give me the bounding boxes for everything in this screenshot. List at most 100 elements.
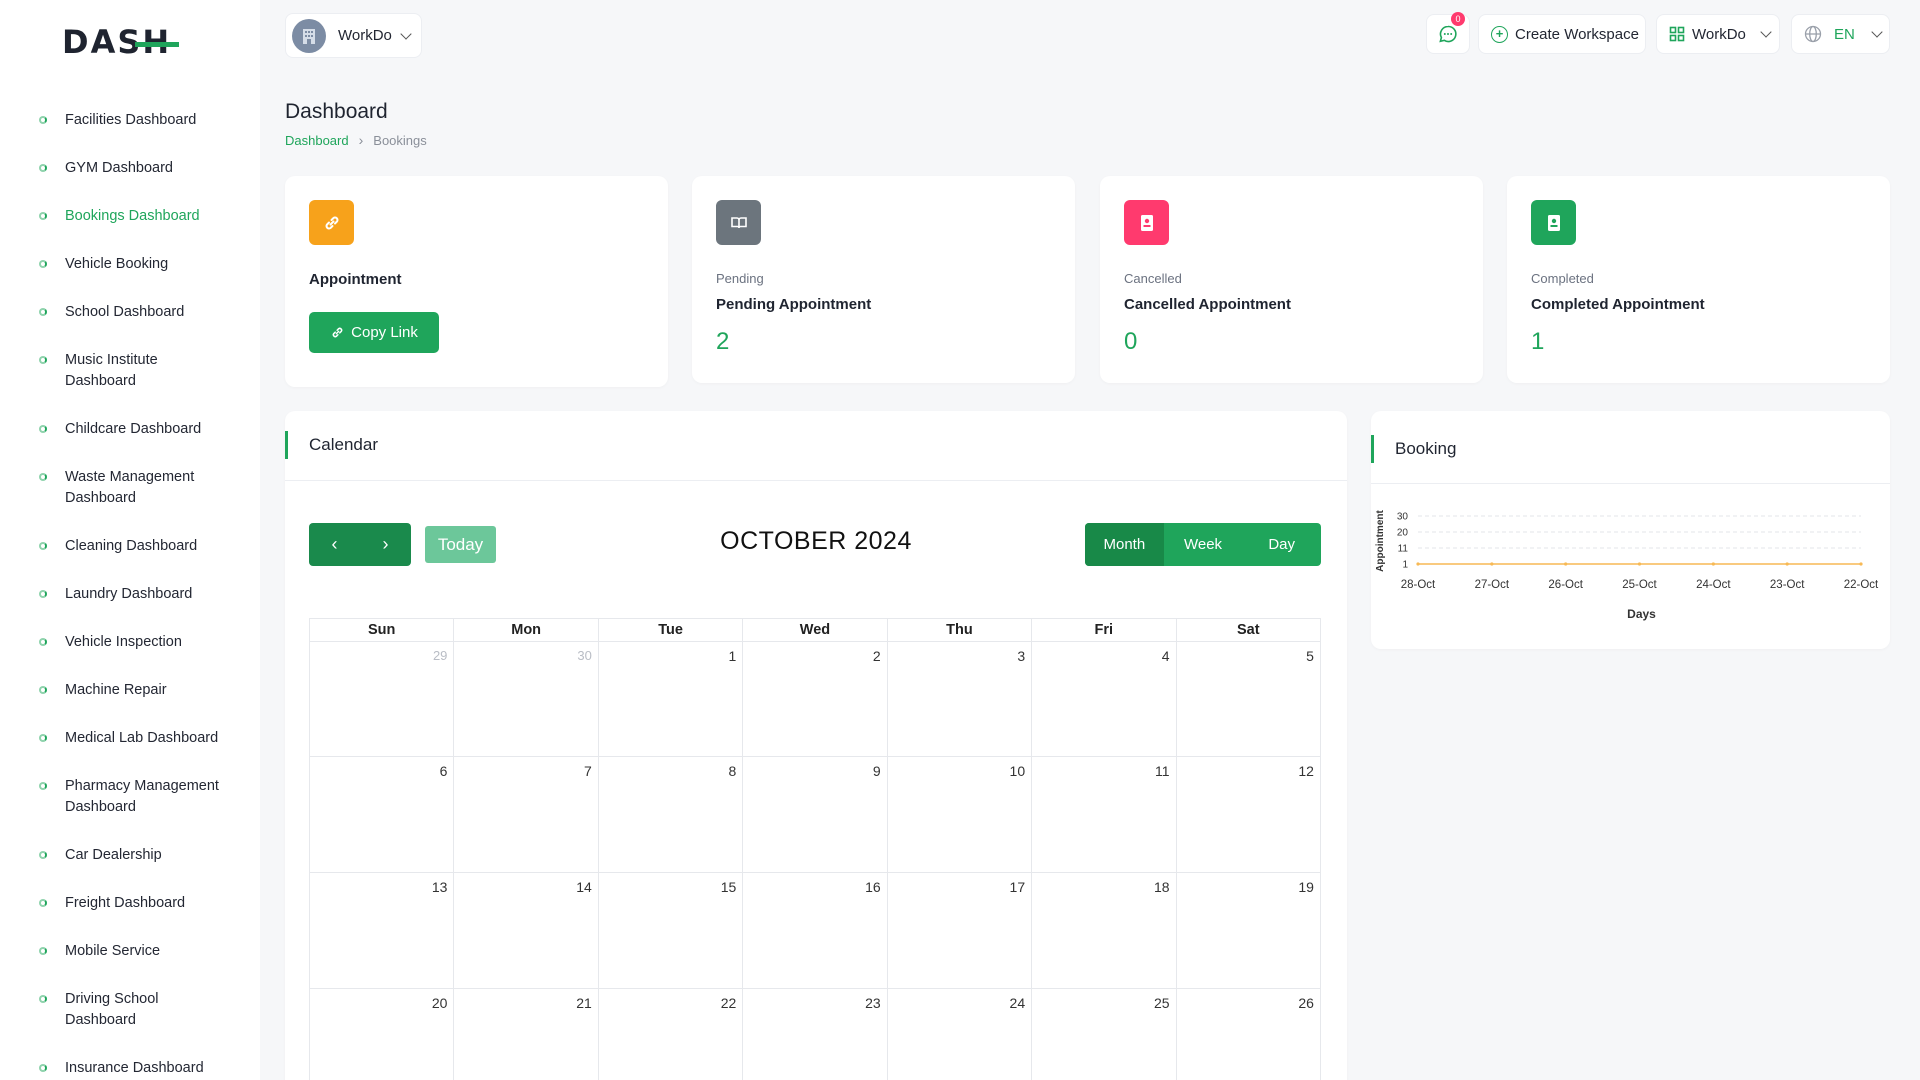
link-icon — [309, 200, 354, 245]
sidebar-item[interactable]: Waste Management Dashboard — [0, 467, 245, 509]
calendar-day-cell[interactable]: 19 — [1175, 873, 1321, 988]
sidebar-item[interactable]: Bookings Dashboard — [0, 206, 245, 227]
bullet-icon — [39, 260, 47, 268]
language-selector[interactable]: EN — [1791, 14, 1890, 54]
calendar-day-cell[interactable]: 8 — [597, 757, 742, 872]
sidebar-item[interactable]: Facilities Dashboard — [0, 110, 245, 131]
calendar-day-cell[interactable]: 25 — [1031, 989, 1175, 1080]
sidebar-item[interactable]: Machine Repair — [0, 680, 245, 701]
bullet-icon — [39, 782, 47, 790]
weekday-header: Fri — [1031, 619, 1175, 641]
completed-subtitle: Completed — [1531, 271, 1594, 286]
sidebar-item[interactable]: Driving School Dashboard — [0, 989, 245, 1031]
x-axis-label: Days — [1627, 607, 1656, 621]
calendar-day-cell[interactable]: 9 — [742, 757, 886, 872]
calendar-day-cell[interactable]: 11 — [1031, 757, 1175, 872]
calendar-day-cell[interactable]: 10 — [886, 757, 1031, 872]
day-number: 20 — [431, 995, 448, 1011]
sidebar-item[interactable]: Laundry Dashboard — [0, 584, 245, 605]
calendar-day-cell[interactable]: 4 — [1031, 642, 1175, 756]
sidebar-item-label: GYM Dashboard — [65, 160, 173, 176]
sidebar-item[interactable]: Vehicle Inspection — [0, 632, 245, 653]
x-tick-label: 24-Oct — [1696, 579, 1731, 591]
calendar-day-cell[interactable]: 14 — [453, 873, 597, 988]
cancelled-count: 0 — [1124, 328, 1138, 355]
calendar-day-cell[interactable]: 6 — [309, 757, 453, 872]
page-title: Dashboard — [285, 100, 388, 123]
building-icon — [303, 28, 315, 44]
view-month-button[interactable]: Month — [1085, 523, 1164, 566]
y-tick-label: 1 — [1402, 560, 1408, 571]
weekday-header: Sat — [1175, 619, 1321, 641]
sidebar-item[interactable]: Vehicle Booking — [0, 254, 245, 275]
calendar-day-cell[interactable]: 5 — [1175, 642, 1321, 756]
sidebar-item-label: Laundry Dashboard — [65, 586, 193, 602]
calendar-day-cell[interactable]: 17 — [886, 873, 1031, 988]
calendar-day-cell[interactable]: 23 — [742, 989, 886, 1080]
brand-logo[interactable]: DASH — [62, 22, 180, 62]
day-number: 23 — [865, 995, 881, 1011]
copy-link-button[interactable]: Copy Link — [309, 312, 439, 353]
data-point — [1564, 562, 1568, 566]
sidebar-item[interactable]: Cleaning Dashboard — [0, 536, 245, 557]
sidebar-item[interactable]: Medical Lab Dashboard — [0, 728, 245, 749]
calendar-day-cell[interactable]: 24 — [886, 989, 1031, 1080]
view-week-button[interactable]: Week — [1164, 523, 1243, 566]
calendar-body: 29 30 1 2 3 4 5 6 7 8 9 10 11 12 13 14 15 16 17 18 19 20 21 22 2… — [309, 642, 1321, 1080]
calendar-day-cell[interactable]: 29 — [309, 642, 453, 756]
workspace-name: WorkDo — [338, 27, 392, 44]
notification-badge: 0 — [1451, 12, 1465, 26]
appointment-card: Appointment Copy Link — [285, 176, 668, 387]
sidebar-item[interactable]: Childcare Dashboard — [0, 419, 245, 440]
calendar-day-cell[interactable]: 12 — [1175, 757, 1321, 872]
calendar-day-cell[interactable]: 21 — [453, 989, 597, 1080]
calendar-day-cell[interactable]: 1 — [597, 642, 742, 756]
logo-bar — [135, 41, 180, 47]
day-number: 15 — [720, 879, 737, 895]
x-tick-label: 26-Oct — [1548, 579, 1583, 591]
sidebar-item-label: Bookings Dashboard — [65, 208, 200, 224]
calendar-day-cell[interactable]: 16 — [742, 873, 886, 988]
sidebar-item[interactable]: GYM Dashboard — [0, 158, 245, 179]
data-point — [1637, 562, 1642, 566]
chevron-down-icon — [1760, 26, 1772, 38]
sidebar-item[interactable]: Freight Dashboard — [0, 893, 245, 914]
calendar-day-cell[interactable]: 30 — [453, 642, 597, 756]
calendar-day-cell[interactable]: 26 — [1175, 989, 1321, 1080]
sidebar: DASH Facilities Dashboard GYM Dashboard Bo… — [0, 0, 260, 1080]
bullet-icon — [39, 212, 47, 220]
bullet-icon — [39, 638, 47, 646]
workspace-menu-button[interactable]: WorkDo — [1656, 14, 1780, 54]
book-icon — [716, 200, 761, 245]
completed-title: Completed Appointment — [1531, 296, 1705, 313]
sidebar-item[interactable]: School Dashboard — [0, 302, 245, 323]
sidebar-item[interactable]: Insurance Dashboard — [0, 1058, 245, 1079]
sidebar-item-label: Mobile Service — [65, 943, 161, 959]
breadcrumb-dashboard-link[interactable]: Dashboard — [285, 133, 349, 148]
day-number: 6 — [439, 763, 448, 779]
sidebar-item-label: Insurance Dashboard — [65, 1060, 204, 1076]
sidebar-item-label: School Dashboard — [65, 304, 185, 320]
sidebar-item[interactable]: Music Institute Dashboard — [0, 350, 245, 392]
calendar-day-cell[interactable]: 20 — [309, 989, 453, 1080]
day-number: 18 — [1153, 879, 1170, 895]
day-number: 16 — [865, 879, 881, 895]
messages-button[interactable]: 0 — [1426, 12, 1470, 54]
bullet-icon — [39, 1064, 47, 1072]
calendar-day-cell[interactable]: 13 — [309, 873, 453, 988]
calendar-day-cell[interactable]: 7 — [453, 757, 597, 872]
create-workspace-button[interactable]: + Create Workspace — [1478, 14, 1646, 54]
calendar-day-cell[interactable]: 2 — [742, 642, 886, 756]
view-day-button[interactable]: Day — [1242, 523, 1321, 566]
x-tick-label: 27-Oct — [1475, 579, 1510, 591]
workspace-switcher[interactable]: WorkDo — [285, 13, 422, 58]
sidebar-item[interactable]: Pharmacy Management Dashboard — [0, 776, 245, 818]
calendar-day-cell[interactable]: 18 — [1031, 873, 1175, 988]
calendar-day-cell[interactable]: 3 — [886, 642, 1031, 756]
calendar-day-cell[interactable]: 15 — [597, 873, 742, 988]
calendar-weekday-header: Sun Mon Tue Wed Thu Fri Sat — [309, 618, 1321, 642]
calendar-day-cell[interactable]: 22 — [597, 989, 742, 1080]
booking-card: Booking 30 20 11 1 28-Oct 27-Oct 26-Oct 25-Oct 2… — [1371, 411, 1890, 649]
sidebar-item[interactable]: Car Dealership — [0, 845, 245, 866]
sidebar-item[interactable]: Mobile Service — [0, 941, 245, 962]
